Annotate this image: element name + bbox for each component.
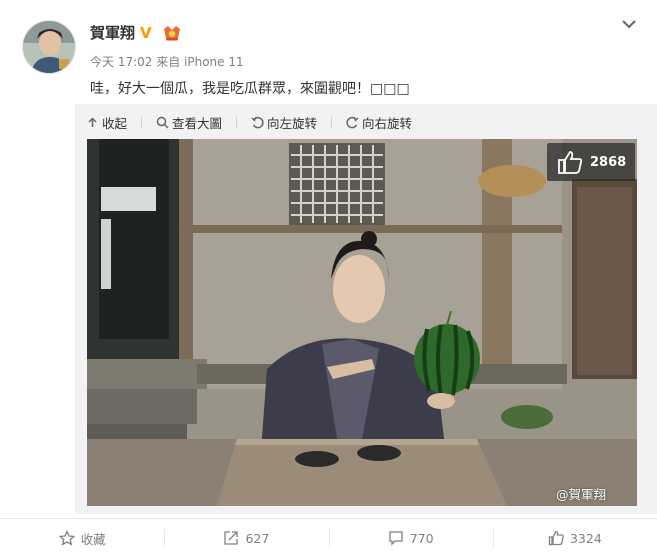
comment-button[interactable]: 770 xyxy=(328,529,493,547)
photo-like-count: 2868 xyxy=(590,154,627,170)
watermark: @賀軍翔 xyxy=(556,487,607,502)
comment-icon xyxy=(389,531,403,546)
comment-count: 770 xyxy=(409,530,434,546)
collapse-button[interactable]: 收起 xyxy=(86,112,127,132)
rotate-left-label: 向左旋转 xyxy=(267,115,318,131)
star-icon xyxy=(58,530,75,546)
chevron-down-icon[interactable] xyxy=(620,16,638,30)
view-large-button[interactable]: 查看大圖 xyxy=(156,112,222,132)
like-count: 3324 xyxy=(569,530,602,546)
favorite-label: 收藏 xyxy=(80,531,106,547)
rotate-right-label: 向右旋转 xyxy=(362,115,413,131)
divider xyxy=(236,116,238,128)
post-meta: 今天 17:02 来自 iPhone 11 xyxy=(90,55,244,69)
rotate-left-icon xyxy=(251,116,264,128)
rotate-right-icon xyxy=(346,116,359,128)
repost-count: 627 xyxy=(245,530,270,546)
favorite-button[interactable]: 收藏 xyxy=(0,529,164,548)
post-photo[interactable] xyxy=(87,139,637,506)
verified-icon: V xyxy=(140,24,152,42)
post-content: 哇，好大一個瓜，我是吃瓜群眾，來圍觀吧！□□□ xyxy=(90,81,410,97)
search-icon xyxy=(156,116,169,129)
divider xyxy=(331,116,333,128)
like-button[interactable]: 3324 xyxy=(492,529,657,547)
view-large-label: 查看大圖 xyxy=(172,115,223,131)
thumbs-up-icon xyxy=(558,151,583,174)
repost-icon xyxy=(224,531,239,545)
photo-like-button[interactable]: 2868 xyxy=(547,143,635,181)
avatar[interactable] xyxy=(22,20,76,74)
rotate-right-button[interactable]: 向右旋转 xyxy=(346,112,412,132)
username[interactable]: 賀軍翔 xyxy=(90,22,135,43)
repost-button[interactable]: 627 xyxy=(164,529,328,547)
collapse-label: 收起 xyxy=(102,115,128,131)
image-toolbar: 收起 查看大圖 向左旋转 向右旋转 xyxy=(86,112,412,132)
rotate-left-button[interactable]: 向左旋转 xyxy=(251,112,317,132)
divider xyxy=(141,116,143,128)
thumbs-up-icon xyxy=(548,530,564,546)
member-badge-icon[interactable] xyxy=(162,24,182,42)
action-bar: 收藏 627 770 3324 xyxy=(0,518,657,557)
collapse-icon xyxy=(88,116,97,127)
